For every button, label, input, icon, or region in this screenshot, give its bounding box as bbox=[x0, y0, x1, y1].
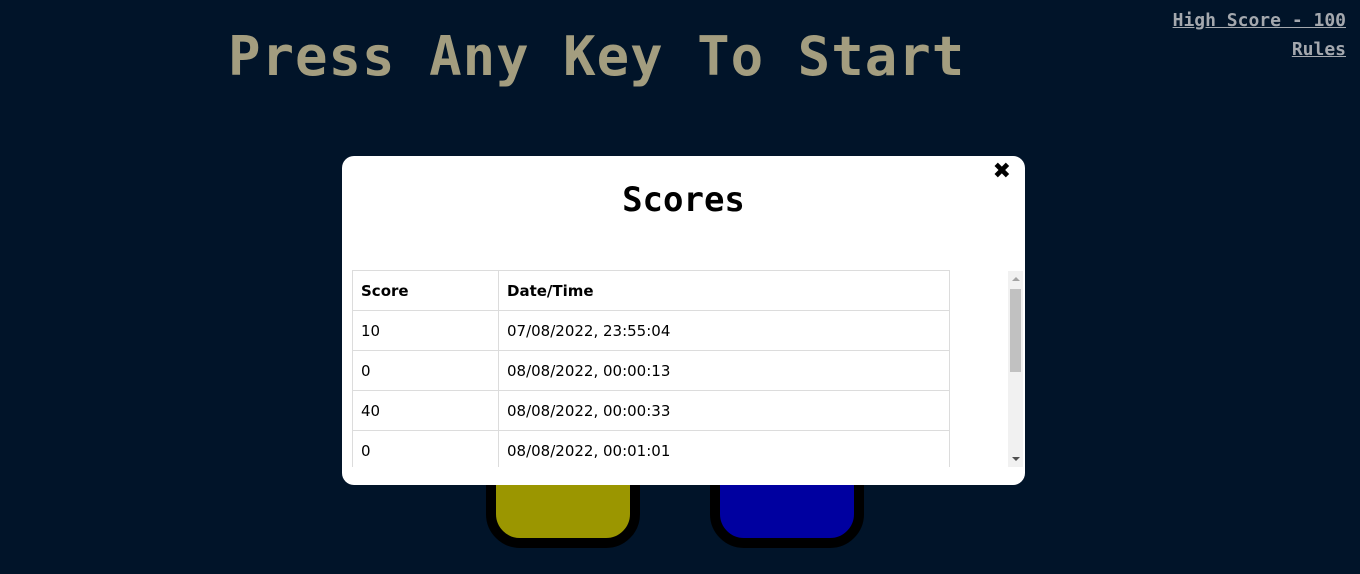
date-time-cell: 08/08/2022, 00:00:13 bbox=[498, 350, 950, 391]
date-time-cell: 08/08/2022, 00:00:33 bbox=[498, 390, 950, 431]
top-links: High Score - 100 Rules bbox=[1173, 6, 1346, 64]
rules-link[interactable]: Rules bbox=[1173, 35, 1346, 64]
score-cell: 10 bbox=[352, 310, 499, 351]
scores-table: Score Date/Time 10 07/08/2022, 23:55:04 … bbox=[352, 270, 950, 467]
vertical-scrollbar[interactable] bbox=[1008, 271, 1023, 467]
game-screen: Press Any Key To Start High Score - 100 … bbox=[0, 0, 1360, 574]
scroll-down-arrow-icon[interactable] bbox=[1012, 457, 1020, 461]
table-row: 10 07/08/2022, 23:55:04 bbox=[352, 310, 950, 351]
high-score-link[interactable]: High Score - 100 bbox=[1173, 6, 1346, 35]
table-row: 40 08/08/2022, 00:00:33 bbox=[352, 390, 950, 431]
start-prompt: Press Any Key To Start bbox=[228, 25, 966, 88]
scrollbar-thumb[interactable] bbox=[1010, 289, 1021, 372]
table-header-row: Score Date/Time bbox=[352, 270, 950, 311]
score-cell: 0 bbox=[352, 350, 499, 391]
score-cell: 0 bbox=[352, 430, 499, 467]
score-cell: 40 bbox=[352, 390, 499, 431]
date-time-cell: 07/08/2022, 23:55:04 bbox=[498, 310, 950, 351]
column-header-date-time: Date/Time bbox=[498, 270, 950, 311]
table-row: 0 08/08/2022, 00:01:01 bbox=[352, 430, 950, 467]
scores-modal: ✖ Scores Score Date/Time 10 07/08/2022, … bbox=[342, 156, 1025, 485]
date-time-cell: 08/08/2022, 00:01:01 bbox=[498, 430, 950, 467]
scores-table-container[interactable]: Score Date/Time 10 07/08/2022, 23:55:04 … bbox=[352, 270, 950, 467]
column-header-score: Score bbox=[352, 270, 499, 311]
modal-title: Scores bbox=[622, 180, 745, 220]
scroll-up-arrow-icon[interactable] bbox=[1012, 277, 1020, 281]
table-row: 0 08/08/2022, 00:00:13 bbox=[352, 350, 950, 391]
